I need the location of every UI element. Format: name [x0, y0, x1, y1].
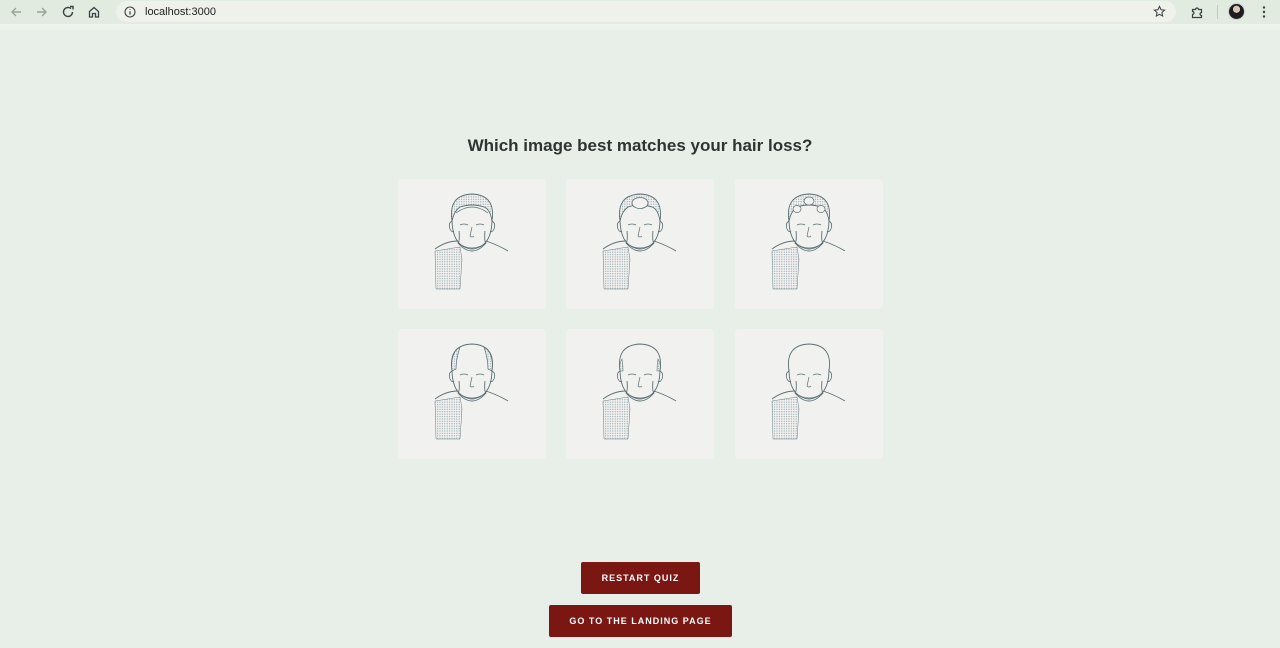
info-icon[interactable] [124, 5, 136, 18]
home-icon [88, 6, 100, 18]
full-hair-illustration [434, 193, 509, 290]
url-text[interactable]: localhost:3000 [145, 6, 216, 18]
hair-loss-options [398, 179, 883, 459]
forward-button[interactable] [32, 2, 52, 22]
bald-illustration [771, 343, 846, 440]
profile-avatar[interactable] [1228, 3, 1245, 20]
back-button[interactable] [6, 2, 26, 22]
menu-icon[interactable] [1254, 2, 1274, 22]
back-icon [11, 7, 21, 17]
reload-icon [62, 5, 74, 18]
side-fringe-illustration [602, 343, 677, 440]
quiz-question: Which image best matches your hair loss? [467, 136, 813, 155]
crown-spot-illustration [602, 193, 677, 290]
option-crown-spot[interactable] [566, 179, 714, 309]
toolbar-separator [1217, 5, 1218, 19]
option-side-fringe[interactable] [566, 329, 714, 459]
option-bald[interactable] [735, 329, 883, 459]
option-patchy-spots[interactable] [735, 179, 883, 309]
top-thinning-illustration [434, 343, 509, 440]
extensions-icon[interactable] [1187, 2, 1207, 22]
patchy-spots-illustration [771, 193, 846, 290]
option-full-hair[interactable] [398, 179, 546, 309]
address-bar[interactable]: localhost:3000 [116, 1, 1176, 22]
restart-quiz-button[interactable]: RESTART QUIZ [581, 562, 700, 594]
go-to-landing-page-button[interactable]: GO TO THE LANDING PAGE [549, 605, 732, 637]
star-icon[interactable] [1153, 5, 1166, 18]
option-top-thinning[interactable] [398, 329, 546, 459]
home-button[interactable] [84, 2, 104, 22]
forward-icon [37, 7, 47, 17]
reload-button[interactable] [58, 2, 78, 22]
chrome-divider [0, 24, 1280, 30]
